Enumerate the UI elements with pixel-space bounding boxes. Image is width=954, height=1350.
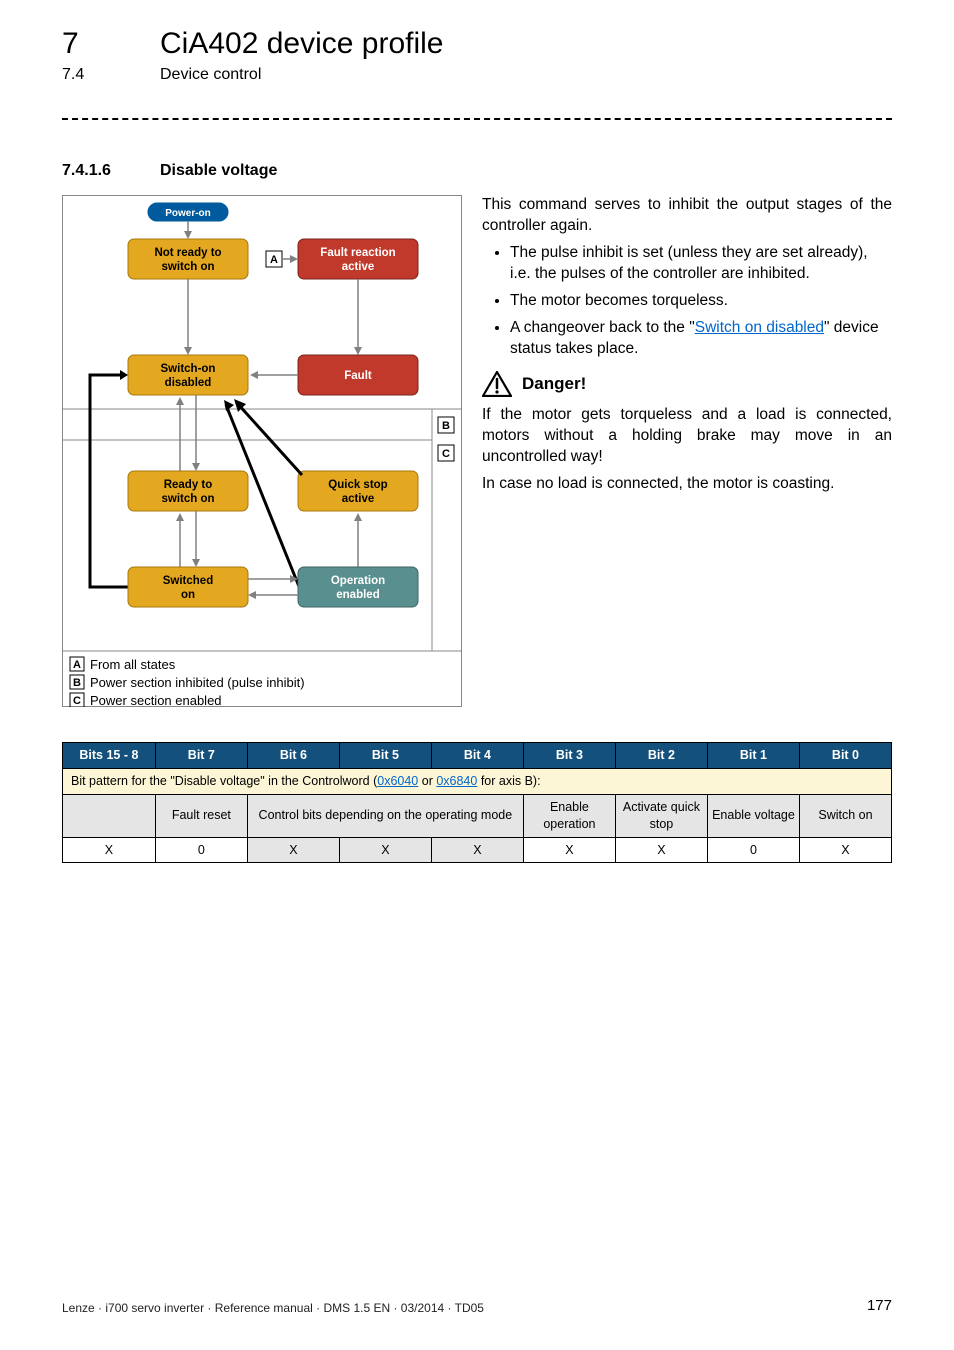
svg-text:Power section enabled: Power section enabled bbox=[90, 693, 222, 707]
subsection-title: Disable voltage bbox=[160, 160, 277, 182]
danger-heading: Danger! bbox=[482, 371, 892, 397]
footer-text: Lenze · i700 servo inverter · Reference … bbox=[62, 1300, 484, 1316]
chapter-number: 7 bbox=[62, 24, 79, 65]
intro-text: This command serves to inhibit the outpu… bbox=[482, 195, 892, 237]
state-power-on: Power-on bbox=[148, 203, 228, 221]
chapter-title: CiA402 device profile bbox=[160, 24, 444, 65]
state-ready: Ready to switch on bbox=[128, 471, 248, 511]
state-fault: Fault bbox=[298, 355, 418, 395]
svg-text:Operation: Operation bbox=[331, 575, 385, 587]
section-number: 7.4 bbox=[62, 64, 84, 86]
svg-text:on: on bbox=[181, 589, 195, 601]
danger-text: In case no load is connected, the motor … bbox=[482, 474, 892, 495]
state-switch-on-disabled: Switch-on disabled bbox=[128, 355, 248, 395]
state-diagram-svg: Power-on Not ready to switch on A bbox=[62, 195, 462, 707]
svg-text:Power section inhibited (pulse: Power section inhibited (pulse inhibit) bbox=[90, 675, 305, 690]
subsection-number: 7.4.1.6 bbox=[62, 160, 111, 182]
section-title: Device control bbox=[160, 64, 261, 86]
danger-label: Danger! bbox=[522, 373, 586, 396]
svg-text:From all states: From all states bbox=[90, 657, 176, 672]
svg-text:Power-on: Power-on bbox=[165, 208, 211, 219]
table-desc-row: Fault reset Control bits depending on th… bbox=[63, 794, 892, 837]
svg-text:Fault reaction: Fault reaction bbox=[320, 247, 395, 259]
switch-on-disabled-link[interactable]: Switch on disabled bbox=[695, 319, 824, 336]
svg-text:Switch-on: Switch-on bbox=[161, 363, 216, 375]
state-not-ready: Not ready to switch on bbox=[128, 239, 248, 279]
bullet-item: The motor becomes torqueless. bbox=[510, 291, 892, 312]
state-diagram: Power-on Not ready to switch on A bbox=[62, 195, 462, 707]
page-number: 177 bbox=[867, 1296, 892, 1316]
danger-text: If the motor gets torqueless and a load … bbox=[482, 405, 892, 468]
state-operation-enabled: Operation enabled bbox=[298, 567, 418, 607]
bullet-item: The pulse inhibit is set (unless they ar… bbox=[510, 243, 892, 285]
bit-pattern-table: Bit pattern for the "Disable voltage" in… bbox=[62, 742, 892, 863]
svg-text:disabled: disabled bbox=[165, 377, 212, 389]
svg-text:B: B bbox=[442, 420, 450, 432]
bullet-item: A changeover back to the "Switch on disa… bbox=[510, 318, 892, 360]
svg-text:B: B bbox=[73, 677, 81, 689]
svg-text:C: C bbox=[73, 695, 81, 707]
svg-text:switch on: switch on bbox=[161, 493, 214, 505]
svg-text:Quick stop: Quick stop bbox=[328, 479, 387, 491]
svg-text:active: active bbox=[342, 493, 375, 505]
svg-text:active: active bbox=[342, 261, 375, 273]
svg-text:A: A bbox=[270, 254, 278, 266]
state-switched-on: Switched on bbox=[128, 567, 248, 607]
table-header-row: Bits 15 - 8 Bit 7 Bit 6 Bit 5 Bit 4 Bit … bbox=[63, 743, 892, 769]
link-0x6040[interactable]: 0x6040 bbox=[377, 774, 418, 788]
svg-text:Fault: Fault bbox=[344, 370, 372, 382]
header-separator bbox=[62, 118, 892, 120]
description-column: This command serves to inhibit the outpu… bbox=[482, 195, 892, 707]
table-value-row: X 0 X X X X X 0 X bbox=[63, 837, 892, 863]
svg-text:Ready to: Ready to bbox=[164, 479, 213, 491]
table-caption: Bit pattern for the "Disable voltage" in… bbox=[63, 768, 892, 794]
svg-text:C: C bbox=[442, 448, 450, 460]
svg-text:switch on: switch on bbox=[161, 261, 214, 273]
svg-text:enabled: enabled bbox=[336, 589, 379, 601]
svg-text:Switched: Switched bbox=[163, 575, 213, 587]
danger-icon bbox=[482, 371, 512, 397]
state-fault-reaction: Fault reaction active bbox=[298, 239, 418, 279]
link-0x6840[interactable]: 0x6840 bbox=[436, 774, 477, 788]
svg-text:Not ready to: Not ready to bbox=[154, 247, 221, 259]
svg-text:A: A bbox=[73, 659, 81, 671]
state-quick-stop: Quick stop active bbox=[298, 471, 418, 511]
